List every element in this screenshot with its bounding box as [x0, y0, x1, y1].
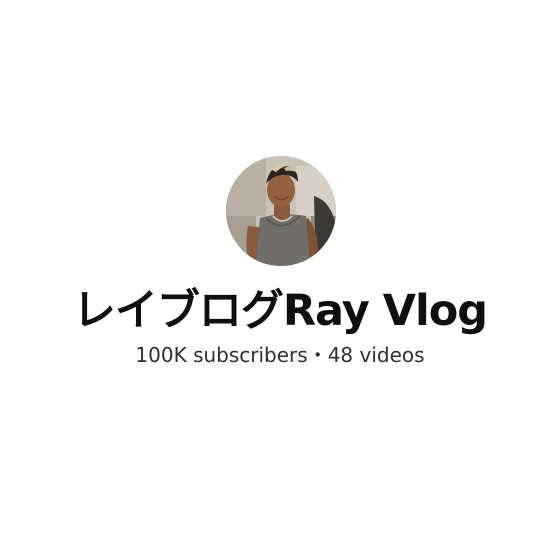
channel-page: レイブログRay Vlog 100K subscribers・48 videos — [0, 0, 560, 560]
stats-separator: ・ — [307, 343, 328, 367]
subscriber-count: 100K subscribers — [135, 343, 308, 367]
channel-stats: 100K subscribers・48 videos — [0, 342, 560, 368]
video-count: 48 videos — [327, 343, 425, 367]
channel-name: レイブログRay Vlog — [72, 286, 488, 336]
channel-avatar[interactable] — [226, 156, 336, 266]
